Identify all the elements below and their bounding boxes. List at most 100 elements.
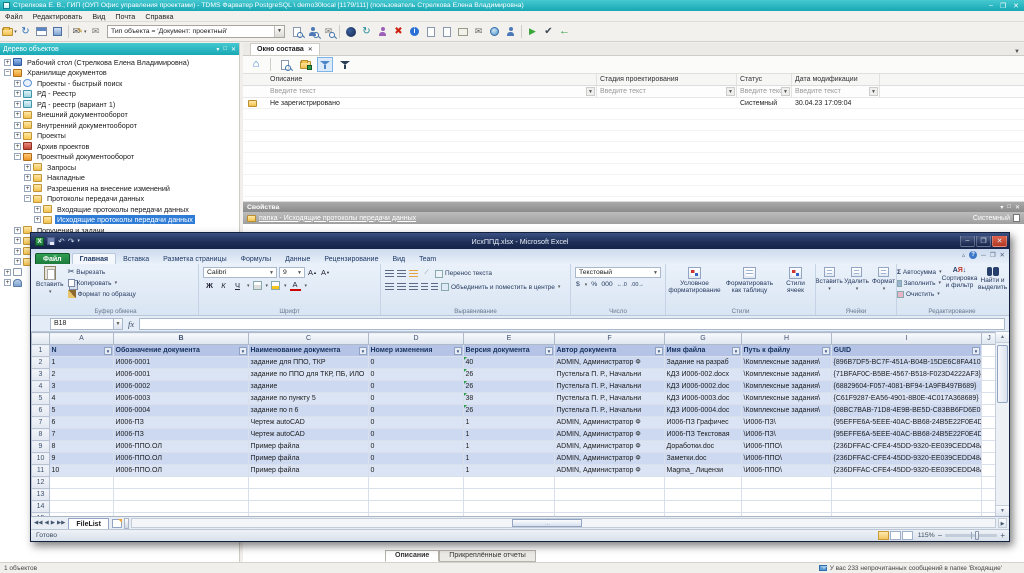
filter-dropdown-icon[interactable]: ▼ [726, 87, 735, 96]
sheet-cell[interactable]: Magma_ Лицензи [665, 465, 742, 477]
sheet-cell[interactable]: ADMIN, Администратор Ф [555, 357, 665, 369]
sheet-empty-cell[interactable] [249, 501, 369, 513]
sheet-cell[interactable]: 0 [369, 393, 464, 405]
excel-tab-0[interactable]: Файл [35, 253, 70, 264]
sheet-cell[interactable]: {71BFAF0C-B5BE-4567-B518-F023D4222AF3} [832, 369, 982, 381]
sheet-header-cell[interactable]: Номер изменения▼ [369, 345, 464, 357]
tree-item[interactable]: +Накладные [1, 173, 239, 184]
currency-format-button[interactable]: $ [576, 281, 580, 288]
tree-item[interactable]: +Внутренний документооборот [1, 120, 239, 131]
tdms-restore-button[interactable]: ❐ [1000, 2, 1006, 10]
select-all-corner[interactable] [32, 333, 50, 345]
clear-button[interactable]: Очистить▾ [897, 289, 941, 299]
sheet-empty-cell[interactable] [832, 501, 982, 513]
mail-rules-button[interactable]: ✉ [88, 24, 103, 39]
autofilter-icon[interactable]: ▼ [972, 347, 980, 355]
object-type-filter[interactable]: Тип объекта = 'Документ: проектный' ▼ [107, 25, 285, 38]
sheet-cell[interactable]: И006-ПЗ [114, 417, 249, 429]
sheet-cell[interactable]: ADMIN, Администратор Ф [555, 417, 665, 429]
sheet-cell[interactable]: Пример файла [249, 453, 369, 465]
sheet-cell[interactable]: {68829604-F057-4081-BF94-1A9FB497B689} [832, 381, 982, 393]
search-user-button[interactable] [305, 24, 320, 39]
menu-item-2[interactable]: Вид [87, 12, 110, 21]
sheet-cell[interactable]: И006-0003 [114, 393, 249, 405]
tree-item[interactable]: −Проектный документооборот [1, 152, 239, 163]
autofilter-icon[interactable]: ▼ [732, 347, 740, 355]
sheet-empty-cell[interactable] [982, 393, 997, 405]
decrease-indent-icon[interactable] [421, 283, 428, 291]
qat-customize-icon[interactable]: ▾ [77, 238, 80, 244]
sheet-cell[interactable]: 26 [464, 381, 555, 393]
run-button[interactable]: ▶ [525, 24, 540, 39]
sheet-cell[interactable]: Чертеж autoCAD [249, 429, 369, 441]
user-card-button[interactable] [503, 24, 518, 39]
tree-item[interactable]: −Протоколы передачи данных [1, 194, 239, 205]
tree-item[interactable]: −Хранилище документов [1, 68, 239, 79]
number-format-select[interactable]: Текстовый▼ [575, 267, 661, 278]
tree-pin-icon[interactable]: □ [223, 46, 227, 52]
borders-icon[interactable] [253, 281, 262, 290]
sheet-cell[interactable]: КДЗ И006-0003.doc [665, 393, 742, 405]
sheet-cell[interactable]: 0 [369, 357, 464, 369]
new-object-button[interactable]: ▾ [2, 24, 17, 39]
row-header-9[interactable]: 9 [32, 441, 50, 453]
sheet-cell[interactable]: И006-0004 [114, 405, 249, 417]
info-button[interactable]: i [407, 24, 422, 39]
web-button[interactable] [487, 24, 502, 39]
font-size-select[interactable]: 9▼ [279, 267, 305, 278]
excel-close-button[interactable]: ✕ [992, 236, 1007, 247]
next-sheet-icon[interactable]: ▶ [51, 520, 55, 526]
sheet-header-cell[interactable]: Автор документа▼ [555, 345, 665, 357]
preview-button[interactable] [277, 57, 293, 72]
filter-description-input[interactable]: Введите текст▼ [243, 86, 597, 97]
comma-format-button[interactable]: 000 [601, 281, 612, 288]
underline-button[interactable]: Ч [232, 280, 243, 291]
sheet-cell[interactable]: 1 [464, 429, 555, 441]
sheet-cell[interactable]: 0 [369, 441, 464, 453]
sheet-empty-cell[interactable] [982, 357, 997, 369]
tab-attached-reports[interactable]: Прикреплённые отчеты [439, 550, 536, 562]
tree-expander-icon[interactable]: + [4, 269, 11, 276]
filter-dropdown-icon[interactable]: ▼ [869, 87, 878, 96]
sheet-empty-cell[interactable] [555, 477, 665, 489]
excel-tab-4[interactable]: Формулы [234, 254, 278, 264]
sheet-empty-cell[interactable] [742, 477, 832, 489]
sheet-cell[interactable]: \Комплексные задания\ [742, 369, 832, 381]
tree-expander-icon[interactable]: + [34, 216, 41, 223]
row-header-1[interactable]: 1 [32, 345, 50, 357]
sheet-cell[interactable]: 1 [464, 465, 555, 477]
sheet-empty-cell[interactable] [114, 477, 249, 489]
first-sheet-icon[interactable]: ◀◀ [34, 520, 42, 526]
card-button[interactable] [455, 24, 470, 39]
row-header-2[interactable]: 2 [32, 357, 50, 369]
filter-reset-button[interactable] [337, 57, 353, 72]
tab-splitter[interactable] [124, 518, 129, 529]
sheet-header-cell[interactable]: N▼ [50, 345, 114, 357]
sheet-cell[interactable]: Пустельга П. Р., Начальни [555, 393, 665, 405]
column-header-H[interactable]: H [742, 333, 832, 345]
column-header-B[interactable]: B [114, 333, 249, 345]
excel-tab-8[interactable]: Team [412, 254, 443, 264]
help-icon[interactable]: ? [969, 251, 977, 259]
sheet-header-cell[interactable]: Обозначение документа▼ [114, 345, 249, 357]
row-header-7[interactable]: 7 [32, 417, 50, 429]
tree-expander-icon[interactable]: + [24, 164, 31, 171]
row-header-12[interactable]: 12 [32, 477, 50, 489]
horizontal-scrollbar[interactable] [131, 518, 996, 528]
cut-button[interactable]: ✂Вырезать [68, 267, 136, 277]
redo-icon[interactable]: ↷ [68, 237, 75, 246]
row-header-5[interactable]: 5 [32, 393, 50, 405]
zoom-slider-thumb[interactable] [975, 531, 979, 540]
autofilter-icon[interactable]: ▼ [359, 347, 367, 355]
sheet-cell[interactable]: \И006-ПЗ\ [742, 417, 832, 429]
sheet-cell[interactable]: задание по п 6 [249, 405, 369, 417]
row-header-14[interactable]: 14 [32, 501, 50, 513]
search-object-button[interactable] [289, 24, 304, 39]
sheet-empty-cell[interactable] [665, 477, 742, 489]
zoom-level[interactable]: 115% [918, 532, 935, 539]
increase-decimal-icon[interactable]: ←.0 [617, 282, 627, 288]
sheet-cell[interactable]: 0 [369, 417, 464, 429]
excel-restore-button[interactable]: ❐ [976, 236, 991, 247]
tree-item[interactable]: +Запросы [1, 162, 239, 173]
sheet-cell[interactable]: КДЗ И006-002.docx [665, 369, 742, 381]
